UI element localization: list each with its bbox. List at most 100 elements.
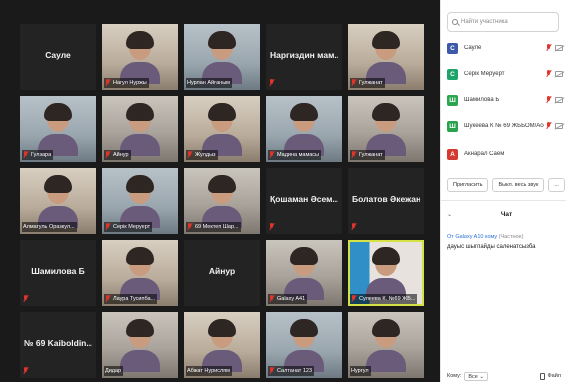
camera-off-icon[interactable] bbox=[555, 45, 563, 51]
participant-row[interactable]: С Серік Меруерт bbox=[447, 66, 563, 82]
participant-tile[interactable]: Сулеева К. №69 ЖБ... bbox=[348, 240, 424, 306]
participant-tile[interactable]: Айнур bbox=[102, 96, 178, 162]
participant-row[interactable]: С Сауле bbox=[447, 40, 563, 56]
file-icon bbox=[540, 372, 546, 380]
participant-tile[interactable]: Салтанат 123 bbox=[266, 312, 342, 378]
more-button[interactable]: ... bbox=[548, 178, 565, 192]
participant-tile[interactable]: Айнур bbox=[184, 240, 260, 306]
camera-off-icon[interactable] bbox=[555, 71, 563, 77]
tile-label-text: Нурлан Айғаным bbox=[187, 80, 230, 86]
file-label: Файл bbox=[547, 373, 561, 379]
tile-label-text: Айнур bbox=[113, 152, 129, 158]
video-feed bbox=[38, 103, 78, 156]
tile-label-text: Гулзара bbox=[31, 152, 52, 158]
participant-name: Шамилова Б bbox=[464, 97, 500, 103]
file-button[interactable]: Файл bbox=[540, 372, 561, 380]
tile-name-label: Нургул bbox=[350, 366, 371, 376]
mic-muted-icon bbox=[23, 295, 29, 303]
participant-search-input[interactable]: Найти участника bbox=[447, 12, 559, 32]
mic-muted-icon bbox=[351, 79, 357, 87]
mic-muted-icon[interactable] bbox=[546, 96, 552, 104]
participant-tile[interactable]: Қошаман Әсем... bbox=[266, 168, 342, 234]
participant-tile[interactable]: Жулдыз bbox=[184, 96, 260, 162]
tile-label-text: Жулдыз bbox=[195, 152, 216, 158]
participant-tile[interactable]: 69 Мектеп Шар... bbox=[184, 168, 260, 234]
participant-status bbox=[546, 96, 563, 104]
tile-name-label: Дидар bbox=[104, 366, 124, 376]
participant-tile[interactable]: Шамилова Б bbox=[20, 240, 96, 306]
video-feed bbox=[202, 175, 242, 228]
avatar: Ш bbox=[447, 120, 458, 132]
mute-all-button[interactable]: Выкл. весь звук bbox=[492, 178, 545, 192]
participant-tile[interactable]: Серік Меруерт bbox=[102, 168, 178, 234]
participant-tile[interactable]: Galaxy A41 bbox=[266, 240, 342, 306]
camera-off-icon[interactable] bbox=[555, 123, 563, 129]
tile-display-name: № 69 Kaiboldin... bbox=[24, 338, 92, 348]
chat-recipient-select[interactable]: Все ⌄ bbox=[464, 371, 489, 381]
participant-row[interactable]: Ш Шамилова Б bbox=[447, 92, 563, 108]
tile-name-label: Алмагуль Оразкул... bbox=[22, 222, 77, 232]
mic-muted-icon bbox=[351, 151, 357, 159]
participant-tile[interactable]: Нагул Нуржы bbox=[102, 24, 178, 90]
participant-tile[interactable]: Сауле bbox=[20, 24, 96, 90]
tile-name-label: Galaxy A41 bbox=[268, 294, 308, 304]
participant-tile[interactable]: Гулзара bbox=[20, 96, 96, 162]
video-feed bbox=[120, 319, 160, 372]
tile-name-label: Гулжанат bbox=[350, 78, 385, 88]
participant-status bbox=[546, 70, 563, 78]
participant-row[interactable]: А Акнарал Саем bbox=[447, 146, 563, 162]
participant-tile[interactable]: Лаура Тусипба... bbox=[102, 240, 178, 306]
mic-muted-icon[interactable] bbox=[546, 122, 552, 130]
participant-tile[interactable]: Гулжанат bbox=[348, 96, 424, 162]
participant-tile[interactable]: Гулжанат bbox=[348, 24, 424, 90]
tile-label-text: Нургул bbox=[351, 368, 369, 374]
tile-display-name: Сауле bbox=[45, 50, 71, 60]
chat-recipient-label: Кому: bbox=[447, 373, 462, 379]
avatar: С bbox=[447, 68, 458, 80]
tile-name-label: Жулдыз bbox=[186, 150, 218, 160]
participant-tile[interactable]: Мадина мамасы bbox=[266, 96, 342, 162]
mic-muted-icon bbox=[187, 223, 193, 231]
tile-name-label: Серік Меруерт bbox=[104, 222, 153, 232]
mic-muted-icon[interactable] bbox=[546, 44, 552, 52]
invite-button[interactable]: Пригласить bbox=[447, 178, 489, 192]
video-feed bbox=[284, 103, 324, 156]
message-private-tag: (Частное) bbox=[498, 234, 524, 240]
tile-label-text: Абжат Нурислям bbox=[187, 368, 230, 374]
video-feed bbox=[202, 319, 242, 372]
video-feed bbox=[120, 175, 160, 228]
participant-tile[interactable]: Нурлан Айғаным bbox=[184, 24, 260, 90]
chat-footer: Кому: Все ⌄ Файл bbox=[447, 370, 561, 382]
mic-muted-icon bbox=[105, 223, 111, 231]
participant-tile[interactable]: Дидар bbox=[102, 312, 178, 378]
mic-muted-icon bbox=[269, 151, 275, 159]
panel-divider bbox=[441, 200, 566, 201]
mic-muted-icon bbox=[105, 295, 111, 303]
tile-label-text: Мадина мамасы bbox=[277, 152, 319, 158]
participant-tile[interactable]: Алмагуль Оразкул... bbox=[20, 168, 96, 234]
participant-tile[interactable]: Болатов Әкежан bbox=[348, 168, 424, 234]
tile-display-name: Қошаман Әсем... bbox=[270, 194, 338, 204]
mic-muted-icon[interactable] bbox=[546, 70, 552, 78]
video-feed bbox=[202, 103, 242, 156]
video-feed bbox=[366, 319, 406, 372]
participant-tile[interactable]: Наргиздин мам... bbox=[266, 24, 342, 90]
video-feed bbox=[38, 175, 78, 228]
tile-label-text: Гулжанат bbox=[359, 152, 383, 158]
tile-name-label bbox=[22, 294, 33, 304]
participant-row[interactable]: Ш Шукеева К № 69 ЖББОМ/Асему... bbox=[447, 118, 563, 134]
tile-label-text: Серік Меруерт bbox=[113, 224, 151, 230]
video-feed bbox=[366, 31, 406, 84]
tile-name-label: Нурлан Айғаным bbox=[186, 78, 232, 88]
avatar: Ш bbox=[447, 94, 458, 106]
tile-name-label bbox=[268, 222, 279, 232]
tile-name-label bbox=[22, 366, 33, 376]
camera-off-icon[interactable] bbox=[555, 97, 563, 103]
participant-tile[interactable]: Абжат Нурислям bbox=[184, 312, 260, 378]
video-gallery: Сауле Нагул Нуржы Нурлан Айғаным Наргиздин … bbox=[0, 0, 440, 382]
participant-tile[interactable]: Нургул bbox=[348, 312, 424, 378]
message-sender: От Galaxy A10 кому bbox=[447, 234, 498, 240]
mic-muted-icon bbox=[351, 223, 357, 231]
participant-tile[interactable]: № 69 Kaiboldin... bbox=[20, 312, 96, 378]
avatar: С bbox=[447, 42, 458, 54]
